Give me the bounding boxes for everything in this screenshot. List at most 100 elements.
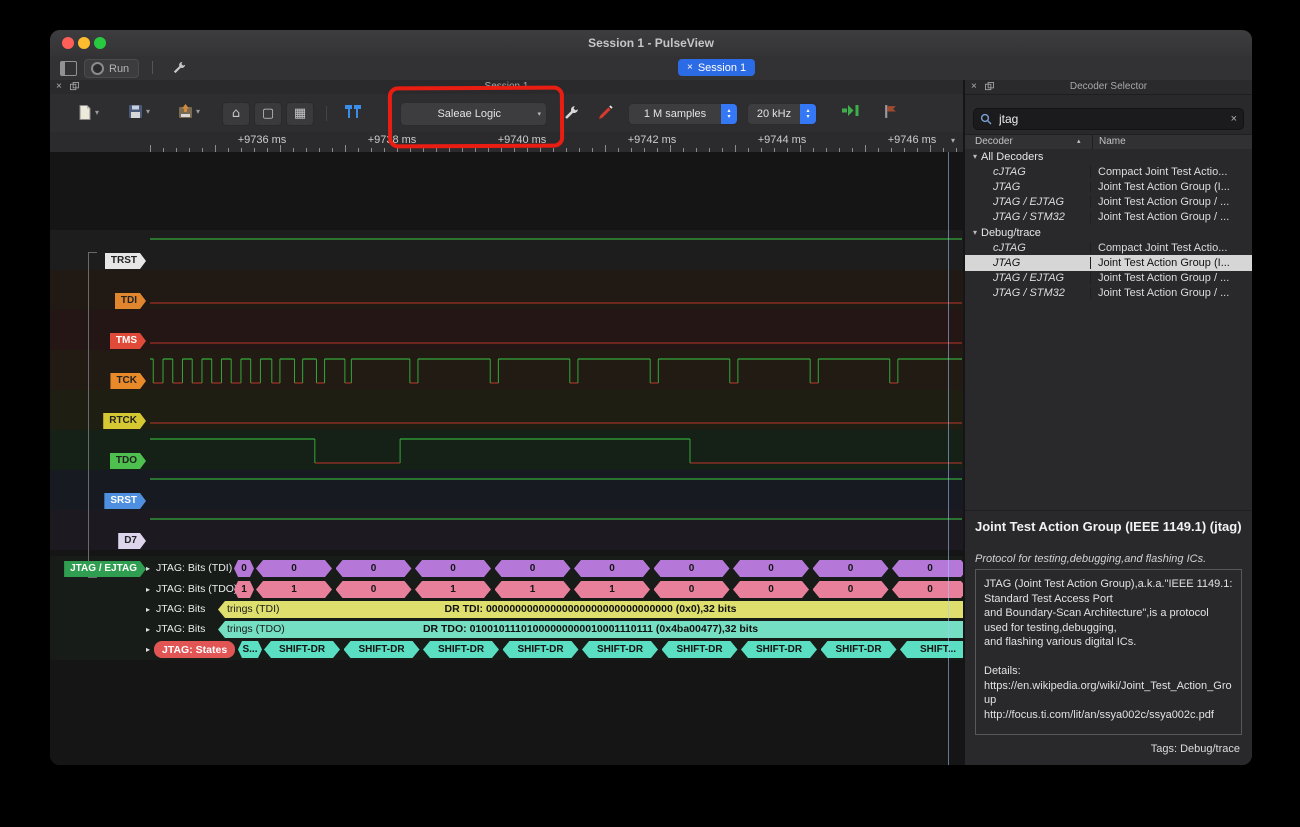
decoder-row-label[interactable]: JTAG: Bits (TDO)	[156, 581, 237, 598]
settings-wrench-icon[interactable]	[172, 60, 187, 80]
trigger-flag-icon[interactable]	[883, 104, 898, 119]
channel-label-tck[interactable]: TCK	[110, 373, 146, 389]
decoder-row-arrow-icon[interactable]: ▸	[146, 601, 150, 618]
decoder-search-box: ×	[973, 108, 1244, 130]
ruler-tick	[150, 145, 151, 152]
decoder-list-item[interactable]: JTAG / EJTAGJoint Test Action Group / ..…	[965, 271, 1252, 286]
decoder-list-item[interactable]: JTAG / STM32Joint Test Action Group / ..…	[965, 286, 1252, 301]
configure-device-button[interactable]	[563, 104, 580, 121]
decoder-annotation-bubble: 1	[234, 581, 254, 598]
decoder-row-label[interactable]: JTAG: Bits	[156, 601, 205, 618]
tree-caret-icon[interactable]: ▾	[969, 152, 981, 161]
sample-rate-stepper[interactable]: ▴ ▾	[800, 104, 816, 124]
decoder-annotation-bubble: SHIFT-DR	[821, 641, 897, 658]
sidebar-toggle-icon[interactable]	[60, 61, 77, 76]
ruler-menu-caret-icon[interactable]: ▾	[951, 136, 955, 145]
decoder-annotation-bubble: 0	[654, 560, 730, 577]
pulseview-window: Session 1 - PulseView Run × Session 1 ×	[50, 30, 1252, 765]
decoder-list-item[interactable]: cJTAGCompact Joint Test Actio...	[965, 164, 1252, 179]
cursors-button[interactable]	[342, 104, 364, 119]
channel-label-trst[interactable]: TRST	[105, 253, 146, 269]
decoder-annotation-bubble: SHIFT-DR	[582, 641, 658, 658]
titlebar: Session 1 - PulseView	[50, 30, 1252, 57]
zoom-fit-button[interactable]: ⌂	[222, 102, 250, 126]
screenshot-stage: Session 1 - PulseView Run × Session 1 ×	[0, 0, 1300, 827]
decoder-list-item[interactable]: cJTAGCompact Joint Test Actio...	[965, 240, 1252, 255]
decoder-row-arrow-icon[interactable]: ▸	[146, 581, 150, 598]
zoom-best-button[interactable]: ▢	[254, 102, 282, 126]
sample-rate-select[interactable]: 20 kHz ▴ ▾	[747, 103, 817, 125]
decoder-group-row[interactable]: ▾Debug/trace	[965, 225, 1252, 240]
zoom-100-button[interactable]: ▦	[286, 102, 314, 126]
column-name[interactable]: Name	[1099, 136, 1126, 147]
decoder-annotation-bubble: 0	[733, 560, 809, 577]
channel-label-tdo[interactable]: TDO	[110, 453, 146, 469]
decoder-row-label[interactable]: JTAG: Bits (TDI)	[156, 560, 232, 577]
new-session-caret-icon[interactable]: ▾	[95, 108, 99, 117]
pane-close-icon[interactable]: ×	[56, 81, 62, 92]
pane-close-icon[interactable]: ×	[971, 81, 977, 92]
run-record-icon	[91, 62, 104, 75]
decoder-group-label[interactable]: JTAG / EJTAG	[64, 561, 146, 577]
column-decoder[interactable]: Decoder	[975, 136, 1013, 147]
annotation-highlight-rectangle	[388, 86, 564, 149]
close-window-button[interactable]	[62, 37, 74, 49]
decoder-row-arrow-icon[interactable]: ▸	[146, 641, 150, 658]
zoom-window-button[interactable]	[94, 37, 106, 49]
channel-label-srst[interactable]: SRST	[104, 493, 146, 509]
decoder-row-label[interactable]: JTAG: Bits	[156, 621, 205, 638]
decoder-annotation-bubble: 0	[256, 560, 332, 577]
channels-probe-button[interactable]	[597, 104, 614, 121]
acquisition-cursor-line[interactable]	[948, 152, 949, 765]
decoder-search-input[interactable]	[997, 111, 1226, 127]
minimize-window-button[interactable]	[78, 37, 90, 49]
stepper-down-icon[interactable]: ▾	[806, 114, 809, 120]
new-session-button[interactable]: ▾	[78, 104, 99, 121]
decoder-list-item[interactable]: JTAGJoint Test Action Group (I...	[965, 179, 1252, 194]
trigger-in-icon[interactable]	[842, 104, 862, 117]
open-caret-icon[interactable]: ▾	[146, 107, 150, 116]
decoder-bitstring-text: DR TDI: 00000000000000000000000000000000…	[218, 601, 963, 618]
channel-label-rtck[interactable]: RTCK	[103, 413, 146, 429]
decoder-annotation-bubble: S...	[238, 641, 262, 658]
ruler-tick	[605, 145, 606, 152]
decoder-id: JTAG / STM32	[965, 211, 1090, 223]
decoder-annotation-bubble: 1	[495, 581, 571, 598]
tree-caret-icon[interactable]: ▾	[969, 228, 981, 237]
open-button[interactable]: ▾	[128, 104, 150, 119]
save-button[interactable]: ▾	[178, 104, 200, 119]
decoder-row-arrow-icon[interactable]: ▸	[146, 560, 150, 577]
channel-label-tms[interactable]: TMS	[110, 333, 146, 349]
save-caret-icon[interactable]: ▾	[196, 107, 200, 116]
decoder-annotation-bubble: 1	[415, 581, 491, 598]
pane-detach-icon[interactable]	[985, 82, 994, 94]
tab-close-icon[interactable]: ×	[687, 63, 693, 73]
run-button[interactable]: Run	[84, 59, 139, 78]
trace-group-bracket	[88, 252, 97, 253]
sample-count-stepper[interactable]: ▴ ▾	[721, 104, 737, 124]
decoder-id: JTAG / EJTAG	[965, 196, 1090, 208]
tab-session-1[interactable]: × Session 1	[678, 59, 755, 76]
pane-detach-icon[interactable]	[70, 82, 79, 94]
decoder-group-row[interactable]: ▾All Decoders	[965, 149, 1252, 164]
decoder-name: Compact Joint Test Actio...	[1090, 166, 1252, 178]
decoder-list-item-selected[interactable]: JTAGJoint Test Action Group (I...	[965, 255, 1252, 270]
decoder-list-item[interactable]: JTAG / STM32Joint Test Action Group / ..…	[965, 210, 1252, 225]
decoder-id: JTAG	[965, 257, 1090, 269]
channel-label-tdi[interactable]: TDI	[115, 293, 146, 309]
decoder-list-item[interactable]: JTAG / EJTAGJoint Test Action Group / ..…	[965, 195, 1252, 210]
decoder-annotation-bubble: 0	[336, 581, 412, 598]
signal-traces	[50, 152, 963, 765]
decoder-row-arrow-icon[interactable]: ▸	[146, 621, 150, 638]
column-divider[interactable]	[1092, 135, 1093, 150]
decoder-row-label-states[interactable]: JTAG: States	[154, 641, 235, 658]
ruler-tick	[280, 145, 281, 152]
search-clear-icon[interactable]: ×	[1231, 113, 1237, 125]
decoder-annotation-bubble: SHIFT-DR	[264, 641, 340, 658]
decoder-annotation-bubble: 0	[234, 560, 254, 577]
waveform-view: TRSTTDITMSTCKRTCKTDOSRSTD7JTAG / EJTAG ▸…	[50, 152, 963, 765]
decoder-name: Joint Test Action Group / ...	[1090, 196, 1252, 208]
stepper-down-icon[interactable]: ▾	[727, 114, 730, 120]
decoder-annotation-bubble: 0	[574, 560, 650, 577]
sample-count-select[interactable]: 1 M samples ▴ ▾	[628, 103, 738, 125]
